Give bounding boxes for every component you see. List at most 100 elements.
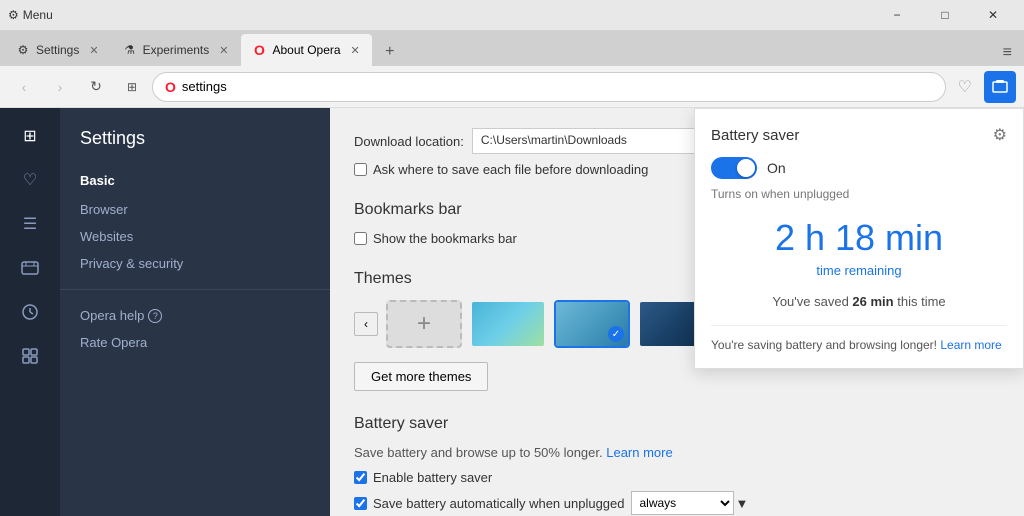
settings-tab-close[interactable]: ✕: [89, 44, 98, 57]
enable-battery-checkbox[interactable]: [354, 471, 367, 484]
time-display: 2 h 18 min: [711, 217, 1007, 259]
address-bar[interactable]: O settings: [152, 72, 946, 102]
download-checkbox[interactable]: [354, 163, 367, 176]
saved-amount: 26 min: [852, 294, 893, 309]
popup-footer: You're saving battery and browsing longe…: [711, 325, 1007, 352]
saved-text: You've saved: [772, 294, 848, 309]
theme-selected-icon: ✓: [608, 326, 624, 342]
popup-header: Battery saver ⚙: [711, 125, 1007, 145]
gear-icon: ⚙: [8, 8, 19, 22]
back-button[interactable]: ‹: [8, 71, 40, 103]
settings-browser-item[interactable]: Browser: [60, 196, 330, 223]
battery-desc: Save battery and browse up to 50% longer…: [354, 445, 1000, 460]
about-tab-icon: O: [253, 43, 267, 57]
auto-battery-checkbox[interactable]: [354, 497, 367, 510]
bookmarks-checkbox[interactable]: [354, 232, 367, 245]
settings-rate-item[interactable]: Rate Opera: [60, 329, 330, 356]
settings-panel: Settings Basic Browser Websites Privacy …: [60, 108, 330, 516]
theme-prev-button[interactable]: ‹: [354, 312, 378, 336]
minimize-button[interactable]: −: [874, 0, 920, 30]
about-tab-label: About Opera: [273, 43, 341, 57]
about-tab-close[interactable]: ✕: [351, 44, 360, 57]
battery-desc-text: Save battery and browse up to 50% longer…: [354, 445, 603, 460]
theme-1[interactable]: [470, 300, 546, 348]
theme-add-button[interactable]: +: [386, 300, 462, 348]
toolbar-right: ♡: [950, 71, 1016, 103]
settings-tab-icon: ⚙: [16, 43, 30, 57]
close-button[interactable]: ✕: [970, 0, 1016, 30]
time-label: time remaining: [711, 263, 1007, 278]
sidebar-apps-icon[interactable]: ⊞: [10, 116, 50, 156]
battery-saver-title: Battery saver: [354, 415, 1000, 433]
battery-toggle-row: On: [711, 157, 1007, 179]
footer-text: You're saving battery and browsing longe…: [711, 338, 937, 352]
sidebar-history-icon[interactable]: [10, 292, 50, 332]
heart-button[interactable]: ♡: [950, 73, 980, 101]
sidebar-favorites-icon[interactable]: ♡: [10, 160, 50, 200]
extensions-icon: [21, 347, 39, 365]
maximize-button[interactable]: □: [922, 0, 968, 30]
battery-checkbox-2: Save battery automatically when unplugge…: [354, 491, 1000, 515]
sidebar-extensions-icon[interactable]: [10, 336, 50, 376]
theme-2[interactable]: ✓: [554, 300, 630, 348]
toggle-on-label: On: [767, 160, 786, 176]
menu-label: Menu: [23, 8, 53, 22]
battery-checkbox-1: Enable battery saver: [354, 470, 1000, 485]
popup-gear-icon[interactable]: ⚙: [993, 125, 1007, 145]
content-area: Download location: C:\Users\martin\Downl…: [330, 108, 1024, 516]
settings-privacy-item[interactable]: Privacy & security: [60, 250, 330, 277]
help-circle-icon: ?: [148, 309, 162, 323]
saved-suffix: this time: [897, 294, 945, 309]
download-label: Download location:: [354, 134, 464, 149]
bookmarks-checkbox-label: Show the bookmarks bar: [373, 231, 517, 246]
sidebar-player-icon[interactable]: [10, 248, 50, 288]
battery-toggle[interactable]: [711, 157, 757, 179]
battery-saver-section: Battery saver Save battery and browse up…: [354, 415, 1000, 516]
address-text: settings: [182, 79, 227, 94]
settings-help-item[interactable]: Opera help ?: [60, 302, 330, 329]
get-more-themes-button[interactable]: Get more themes: [354, 362, 488, 391]
sidebar: ⊞ ♡ ☰: [0, 108, 60, 516]
download-checkbox-label: Ask where to save each file before downl…: [373, 162, 648, 177]
tab-list-button[interactable]: ≡: [995, 40, 1020, 66]
window-controls: − □ ✕: [874, 0, 1016, 30]
toggle-knob: [737, 159, 755, 177]
settings-websites-item[interactable]: Websites: [60, 223, 330, 250]
battery-learn-more-link[interactable]: Learn more: [606, 445, 672, 460]
tab-bar-right: ≡: [995, 40, 1020, 66]
player-icon: [21, 259, 39, 277]
tabs-button[interactable]: ⊞: [116, 71, 148, 103]
tab-settings[interactable]: ⚙ Settings ✕: [4, 34, 111, 66]
experiments-tab-label: Experiments: [143, 43, 210, 57]
new-tab-button[interactable]: +: [376, 38, 404, 66]
forward-button[interactable]: ›: [44, 71, 76, 103]
select-arrow-icon: ▼: [736, 496, 749, 511]
settings-divider: [60, 289, 330, 290]
settings-title: Settings: [60, 128, 330, 165]
toggle-sublabel: Turns on when unplugged: [711, 187, 1007, 201]
menu-button[interactable]: ⚙ Menu: [8, 8, 53, 22]
sidebar-news-icon[interactable]: ☰: [10, 204, 50, 244]
snapshot-button[interactable]: [984, 71, 1016, 103]
reload-button[interactable]: ↻: [80, 71, 112, 103]
tab-experiments[interactable]: ⚗ Experiments ✕: [111, 34, 241, 66]
main-layout: ⊞ ♡ ☰ S: [0, 108, 1024, 516]
title-bar: ⚙ Menu − □ ✕: [0, 0, 1024, 30]
tab-bar: ⚙ Settings ✕ ⚗ Experiments ✕ O About Ope…: [0, 30, 1024, 66]
opera-help-label: Opera help: [80, 308, 144, 323]
footer-learn-more-link[interactable]: Learn more: [940, 338, 1001, 352]
history-icon: [21, 303, 39, 321]
auto-battery-label: Save battery automatically when unplugge…: [373, 496, 625, 511]
time-hours: 2 h: [775, 217, 825, 258]
time-min: 18 min: [835, 217, 943, 258]
opera-logo-icon: O: [165, 79, 176, 95]
saved-row: You've saved 26 min this time: [711, 294, 1007, 309]
experiments-tab-icon: ⚗: [123, 43, 137, 57]
experiments-tab-close[interactable]: ✕: [219, 44, 228, 57]
title-bar-left: ⚙ Menu: [8, 8, 53, 22]
time-value: 2 h 18 min: [775, 217, 943, 258]
tab-about[interactable]: O About Opera ✕: [241, 34, 372, 66]
settings-basic-header[interactable]: Basic: [60, 165, 330, 196]
snapshot-icon: [992, 79, 1008, 95]
battery-frequency-select[interactable]: always when needed never: [631, 491, 734, 515]
